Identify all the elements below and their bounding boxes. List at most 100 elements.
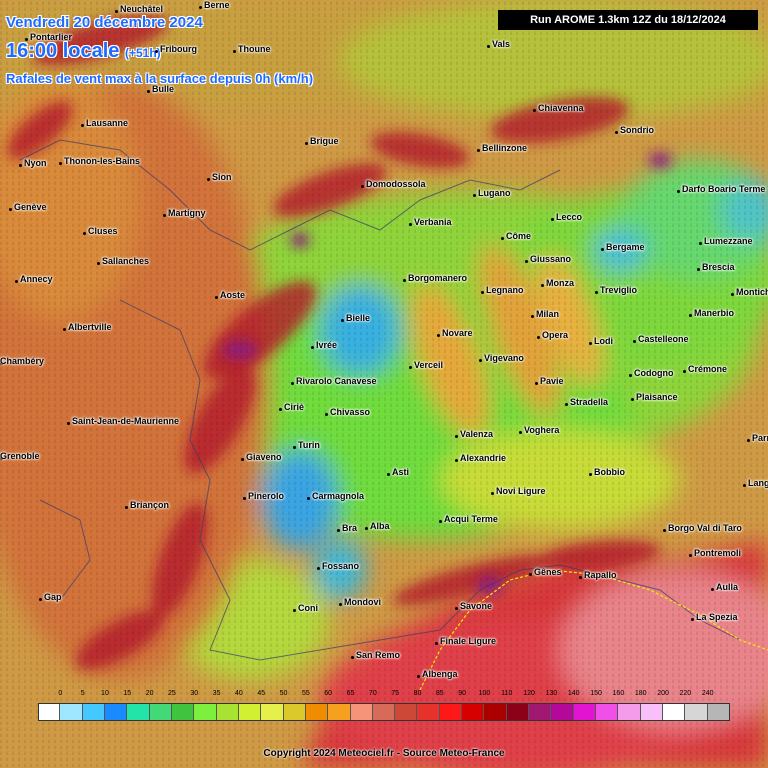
city-label: Rapallo <box>584 570 617 580</box>
legend-tick-label: 100 <box>478 690 491 697</box>
city-marker <box>541 284 544 287</box>
city-label: Verceil <box>414 360 444 370</box>
city-marker <box>455 435 458 438</box>
city-marker <box>325 413 328 416</box>
city-marker <box>293 446 296 449</box>
legend-tick-label: 120 <box>523 690 535 697</box>
legend-tick-label: 65 <box>346 690 355 697</box>
city-label: Monza <box>546 278 574 288</box>
city-marker <box>291 382 294 385</box>
city-marker <box>473 194 476 197</box>
city-label: Fossano <box>322 561 360 571</box>
city-label: Manerbio <box>694 308 735 318</box>
city-marker <box>279 408 282 411</box>
city-marker <box>677 190 680 193</box>
color-scale-legend: 0 5 10 15 20 25 30 35 40 45 50 55 60 65 70 75 80 85 90 100 1… <box>38 690 730 726</box>
legend-tick-label: 200 <box>657 690 669 697</box>
city-marker <box>519 431 522 434</box>
city-marker <box>455 607 458 610</box>
legend-tick-label: 70 <box>368 690 377 697</box>
forecast-time: 16:00 locale (+51h) <box>6 40 161 63</box>
city-label: Neuchâtel <box>120 4 164 14</box>
city-label: Mondovì <box>344 597 381 607</box>
city-label: Savone <box>460 601 493 611</box>
city-label: Pontarlier <box>30 32 73 42</box>
city-label: Bra <box>342 523 358 533</box>
city-label: Pontremoli <box>694 548 742 558</box>
legend-tick-label: 35 <box>212 690 221 697</box>
city-label: Verbania <box>414 217 452 227</box>
city-marker <box>683 370 686 373</box>
city-marker <box>39 598 42 601</box>
city-label: Côme <box>506 231 532 241</box>
city-marker <box>83 232 86 235</box>
city-label: Stradella <box>570 397 609 407</box>
city-marker <box>533 109 536 112</box>
city-label: Castelleone <box>638 334 689 344</box>
city-marker <box>699 242 702 245</box>
city-marker <box>67 422 70 425</box>
city-marker <box>409 223 412 226</box>
city-label: Lugano <box>478 188 511 198</box>
legend-tick-label: 90 <box>458 690 467 697</box>
city-label: Thonon-les-Bains <box>64 156 140 166</box>
city-label: Fribourg <box>160 44 197 54</box>
city-label: Langhirano <box>748 478 768 488</box>
city-label: Lumezzane <box>704 236 753 246</box>
legend-tick-label: 40 <box>234 690 243 697</box>
city-label: Lecco <box>556 212 583 222</box>
city-label: Berne <box>204 0 230 10</box>
city-marker <box>215 296 218 299</box>
legend-tick-label: 150 <box>590 690 602 697</box>
city-marker <box>663 529 666 532</box>
city-label: La Spezia <box>696 612 738 622</box>
legend-tick-label: 180 <box>634 690 647 697</box>
city-label: Brescia <box>702 262 735 272</box>
city-label: Martigny <box>168 208 206 218</box>
city-marker <box>439 520 442 523</box>
city-marker <box>199 6 202 9</box>
city-marker <box>163 214 166 217</box>
city-label: Rivarolo Canavese <box>296 376 377 386</box>
city-label: Asti <box>392 467 410 477</box>
legend-frame <box>38 703 730 721</box>
city-marker <box>317 567 320 570</box>
city-label: Darfo Boario Terme <box>682 184 766 194</box>
city-marker <box>477 149 480 152</box>
city-marker <box>435 642 438 645</box>
city-marker <box>531 315 534 318</box>
city-marker <box>365 527 368 530</box>
city-label: Borgomanero <box>408 273 468 283</box>
city-marker <box>491 492 494 495</box>
city-marker <box>339 603 342 606</box>
legend-tick-label: 75 <box>391 690 400 697</box>
run-info: Run AROME 1.3km 12Z du 18/12/2024 <box>498 10 758 30</box>
city-marker <box>19 164 22 167</box>
city-label: Saint-Jean-de-Maurienne <box>72 416 180 426</box>
city-label: Chivasso <box>330 407 371 417</box>
city-marker <box>589 473 592 476</box>
city-label: Acqui Terme <box>444 514 498 524</box>
city-marker <box>697 268 700 271</box>
city-marker <box>233 50 236 53</box>
city-label: Domodossola <box>366 179 426 189</box>
city-marker <box>241 458 244 461</box>
city-label: Chambéry <box>0 356 45 366</box>
city-label: Crémone <box>688 364 728 374</box>
city-marker <box>63 328 66 331</box>
city-label: Milan <box>536 309 560 319</box>
city-marker <box>403 279 406 282</box>
city-label: Annecy <box>20 274 53 284</box>
city-marker <box>59 162 62 165</box>
city-marker <box>15 280 18 283</box>
city-marker <box>595 291 598 294</box>
city-marker <box>631 398 634 401</box>
city-label: Vigevano <box>484 353 524 363</box>
city-marker <box>689 554 692 557</box>
city-marker <box>9 208 12 211</box>
city-marker <box>481 291 484 294</box>
legend-tick-label: 220 <box>679 690 692 697</box>
city-label: Sondrio <box>620 125 654 135</box>
city-marker <box>565 403 568 406</box>
city-marker <box>551 218 554 221</box>
